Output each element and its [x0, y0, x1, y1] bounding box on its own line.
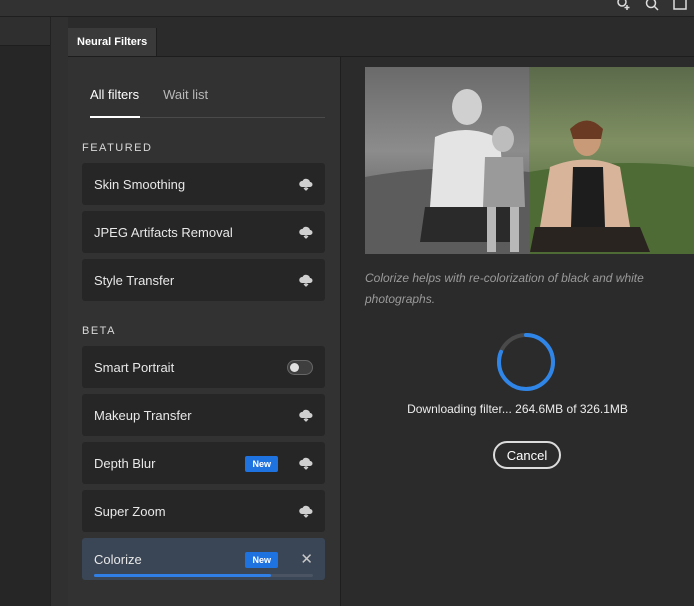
download-status-text: Downloading filter... 264.6MB of 326.1MB — [407, 402, 628, 416]
panel-separator[interactable] — [50, 17, 70, 606]
filter-row-skin-smoothing[interactable]: Skin Smoothing — [82, 163, 325, 205]
filter-list-column: All filters Wait list FEATURED Skin Smoo… — [68, 57, 341, 606]
filter-row-style-transfer[interactable]: Style Transfer — [82, 259, 325, 301]
left-panel-strip — [0, 17, 50, 606]
active-tab-underline — [90, 116, 140, 118]
filter-row-depth-blur[interactable]: Depth Blur New — [82, 442, 325, 484]
filter-label: JPEG Artifacts Removal — [94, 224, 233, 240]
filter-label: Makeup Transfer — [94, 407, 192, 423]
filter-label: Super Zoom — [94, 503, 166, 519]
search-icon[interactable] — [644, 0, 660, 12]
cancel-button[interactable]: Cancel — [493, 441, 561, 469]
user-add-icon[interactable] — [616, 0, 632, 12]
filter-row-jpeg-artifacts-removal[interactable]: JPEG Artifacts Removal — [82, 211, 325, 253]
cloud-download-icon[interactable] — [298, 224, 314, 240]
filter-tabs: All filters Wait list — [90, 87, 208, 102]
toggle-knob — [290, 363, 299, 372]
progress-fill — [94, 574, 272, 577]
download-spinner-icon — [496, 332, 556, 392]
app-top-bar — [0, 0, 694, 17]
smart-portrait-toggle[interactable] — [287, 360, 313, 375]
tab-all-filters[interactable]: All filters — [90, 87, 139, 102]
colorize-download-progress — [94, 574, 313, 577]
close-icon[interactable]: ✕ — [300, 550, 313, 568]
filter-row-colorize[interactable]: Colorize New ✕ — [82, 538, 325, 580]
cloud-download-icon[interactable] — [298, 455, 314, 471]
filter-row-smart-portrait[interactable]: Smart Portrait — [82, 346, 325, 388]
cloud-download-icon[interactable] — [298, 407, 314, 423]
section-heading-beta: BETA — [82, 325, 116, 337]
cloud-download-icon[interactable] — [298, 272, 314, 288]
cloud-download-icon[interactable] — [298, 503, 314, 519]
filter-description: Colorize helps with re-colorization of b… — [365, 271, 644, 306]
filter-label: Depth Blur — [94, 455, 156, 471]
filter-label: Smart Portrait — [94, 359, 175, 375]
filter-row-super-zoom[interactable]: Super Zoom — [82, 490, 325, 532]
new-badge: New — [245, 456, 278, 472]
cloud-download-icon[interactable] — [298, 176, 314, 192]
panel-tab-header: Neural Filters — [68, 17, 694, 57]
filter-label: Skin Smoothing — [94, 176, 186, 192]
section-heading-featured: FEATURED — [82, 142, 153, 154]
menu-icon[interactable] — [672, 0, 688, 12]
colorize-preview-image — [365, 67, 694, 254]
new-badge: New — [245, 552, 278, 568]
filter-preview-area: Colorize helps with re-colorization of b… — [341, 57, 694, 606]
filter-label: Colorize — [94, 551, 142, 567]
filter-row-makeup-transfer[interactable]: Makeup Transfer — [82, 394, 325, 436]
filter-label: Style Transfer — [94, 272, 175, 288]
left-panel-tab-row — [0, 17, 50, 46]
top-bar-icons — [616, 0, 688, 12]
neural-filters-tab[interactable]: Neural Filters — [68, 28, 158, 56]
tab-wait-list[interactable]: Wait list — [163, 87, 208, 102]
